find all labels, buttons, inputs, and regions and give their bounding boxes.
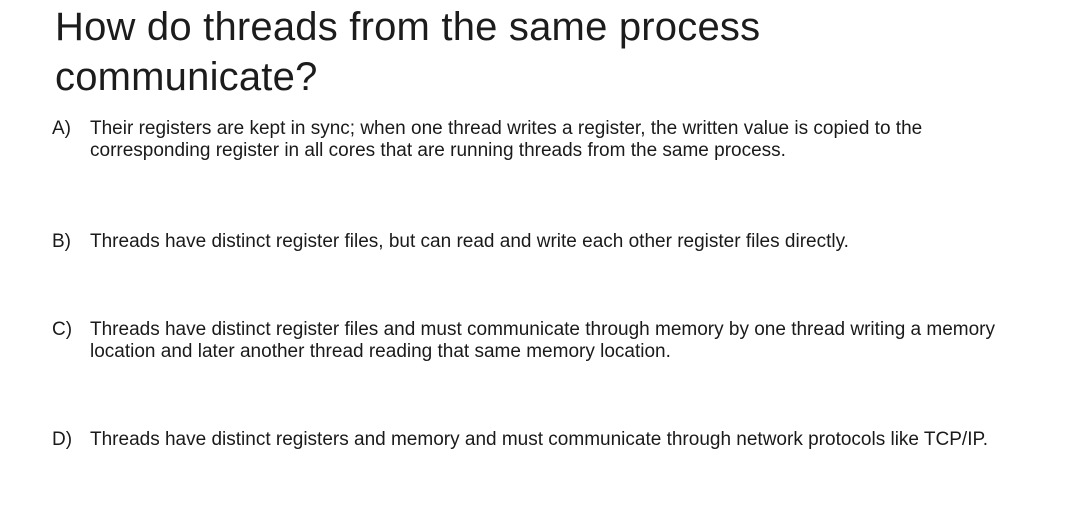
option-letter: D) (52, 429, 73, 450)
answer-option-b: B) Threads have distinct register files,… (52, 231, 1012, 253)
option-letter: A) (52, 118, 71, 139)
answer-option-d: D) Threads have distinct registers and m… (52, 429, 1012, 451)
option-text: Threads have distinct registers and memo… (90, 429, 988, 450)
slide-title: How do threads from the same process com… (55, 5, 761, 99)
slide: How do threads from the same process com… (0, 0, 1068, 505)
option-text: Threads have distinct register files, bu… (90, 231, 849, 252)
option-letter: B) (52, 231, 71, 252)
answer-option-c: C) Threads have distinct register files … (52, 319, 1012, 363)
option-text: Threads have distinct register files and… (90, 319, 996, 362)
answer-option-a: A) Their registers are kept in sync; whe… (52, 118, 1012, 162)
option-text: Their registers are kept in sync; when o… (90, 118, 923, 161)
option-letter: C) (52, 319, 73, 340)
